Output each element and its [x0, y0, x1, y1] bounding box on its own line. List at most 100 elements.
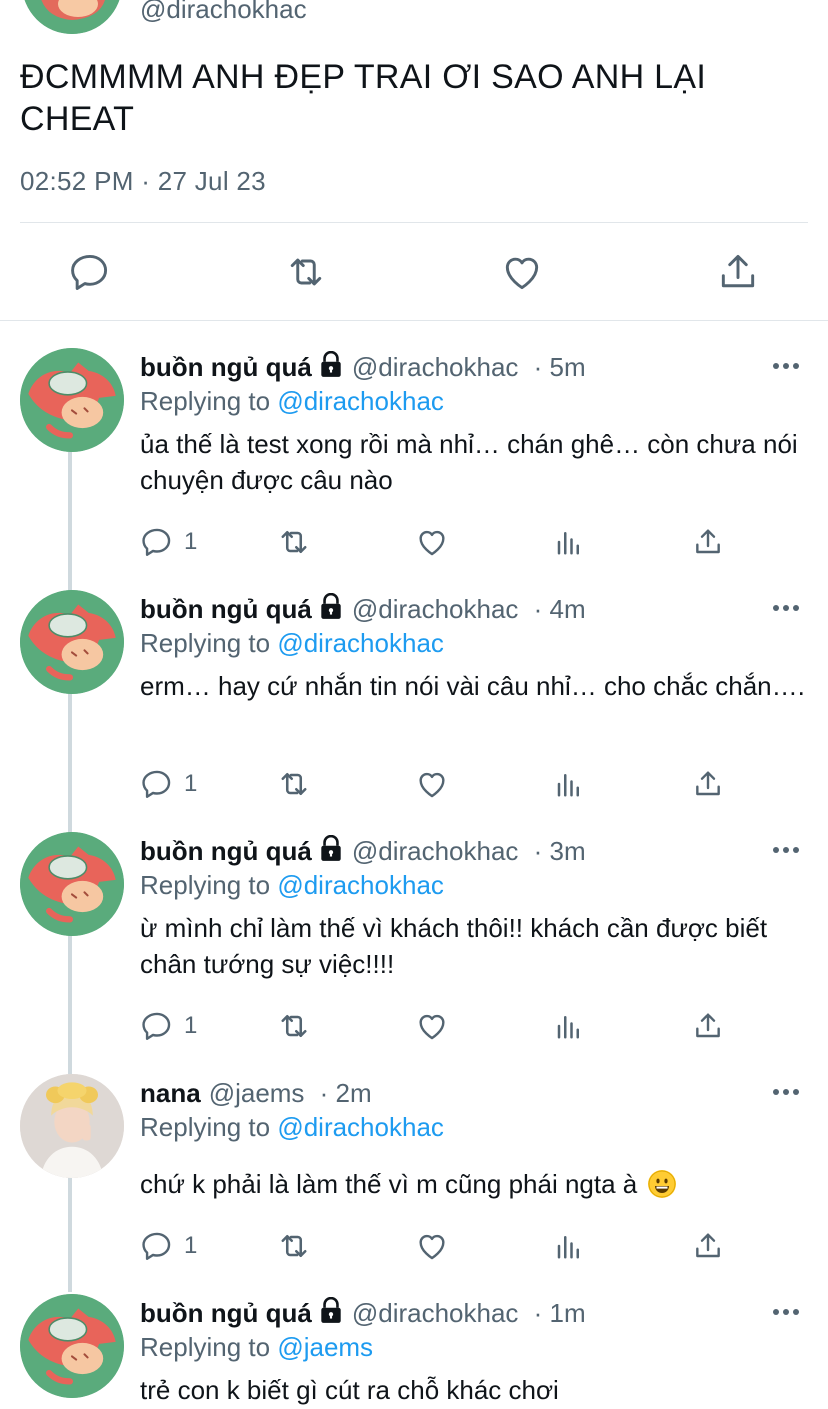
tweet-date: 27 Jul 23 — [157, 166, 266, 196]
like-icon — [419, 1014, 445, 1040]
share-icon — [696, 529, 720, 554]
more-options-icon[interactable] — [772, 362, 800, 370]
avatar[interactable] — [20, 1074, 124, 1178]
ponyo-avatar-icon — [20, 590, 124, 694]
analytics-icon — [557, 774, 579, 797]
divider — [0, 320, 828, 321]
tweet-timestamp[interactable]: 02:52 PM · 27 Jul 23 — [20, 166, 266, 197]
reply-text: ừ mình chỉ làm thế vì khách thôi!! khách… — [140, 913, 768, 979]
relative-time: · 3m — [533, 836, 586, 866]
retweet-button[interactable] — [276, 1008, 312, 1044]
user-handle[interactable]: @dirachokhac — [352, 594, 519, 624]
mention-link[interactable]: @jaems — [277, 1332, 373, 1362]
like-button[interactable] — [415, 766, 449, 802]
retweet-icon — [281, 1014, 307, 1038]
mention-link[interactable]: @dirachokhac — [277, 386, 444, 416]
reply-header: buồn ngủ quá @dirachokhac · 5m — [140, 350, 586, 384]
author-handle[interactable]: @dirachokhac — [140, 0, 307, 25]
retweet-icon — [290, 258, 322, 286]
tweet-text: ĐCMMMM ANH ĐẸP TRAI ƠI SAO ANH LẠI CHEAT — [20, 58, 707, 138]
relative-time: · 2m — [319, 1078, 372, 1108]
share-button[interactable] — [692, 524, 724, 560]
more-options-icon[interactable] — [772, 846, 800, 854]
share-icon — [721, 254, 755, 288]
replying-to: Replying to @jaems — [140, 1330, 373, 1364]
replying-label: Replying to — [140, 386, 271, 416]
avatar[interactable] — [20, 348, 124, 452]
display-name[interactable]: buồn ngủ quá — [140, 594, 312, 624]
divider — [20, 222, 808, 223]
more-options-icon[interactable] — [772, 1088, 800, 1096]
avatar[interactable] — [20, 590, 124, 694]
reply-icon — [142, 770, 171, 798]
share-icon — [696, 1233, 720, 1258]
share-icon — [696, 1013, 720, 1038]
retweet-button[interactable] — [276, 524, 312, 560]
user-handle[interactable]: @jaems — [209, 1078, 305, 1108]
like-icon — [419, 1234, 445, 1260]
mention-link[interactable]: @dirachokhac — [277, 1112, 444, 1142]
reply-count: 1 — [184, 1232, 198, 1259]
share-button[interactable] — [692, 1008, 724, 1044]
reply-icon — [142, 1012, 171, 1040]
reply-button[interactable]: 1 — [140, 766, 197, 802]
views-button[interactable] — [554, 1228, 584, 1264]
reply-count: 1 — [184, 770, 198, 797]
retweet-button[interactable] — [276, 766, 312, 802]
analytics-icon — [557, 1236, 579, 1259]
reply-button[interactable] — [68, 250, 112, 294]
reply-text: ủa thế là test xong rồi mà nhỉ… chán ghê… — [140, 429, 798, 495]
main-action-bar — [0, 238, 828, 308]
user-handle[interactable]: @dirachokhac — [352, 836, 519, 866]
replying-to: Replying to @dirachokhac — [140, 868, 444, 902]
reply-action-bar: 1 — [140, 524, 740, 560]
reply-button[interactable]: 1 — [140, 524, 197, 560]
like-icon — [419, 772, 445, 798]
reply-button[interactable]: 1 — [140, 1008, 197, 1044]
avatar[interactable] — [20, 832, 124, 936]
share-button[interactable] — [692, 766, 724, 802]
share-button[interactable] — [716, 250, 760, 294]
reply-text-container: chứ k phải là làm thế vì m cũng phái ngt… — [140, 1166, 810, 1202]
views-button[interactable] — [554, 524, 584, 560]
retweet-button[interactable] — [276, 1228, 312, 1264]
mention-link[interactable]: @dirachokhac — [277, 870, 444, 900]
views-button[interactable] — [554, 1008, 584, 1044]
meta-separator: · — [141, 166, 151, 196]
display-name[interactable]: nana — [140, 1078, 201, 1108]
share-icon — [696, 771, 720, 796]
like-button[interactable] — [500, 250, 544, 294]
reply-button[interactable]: 1 — [140, 1228, 197, 1264]
display-name[interactable]: buồn ngủ quá — [140, 836, 312, 866]
reply-action-bar: 1 — [140, 1228, 740, 1264]
retweet-button[interactable] — [284, 250, 328, 294]
like-button[interactable] — [415, 524, 449, 560]
analytics-icon — [557, 1016, 579, 1039]
replying-to: Replying to @dirachokhac — [140, 626, 444, 660]
like-icon — [419, 530, 445, 556]
reply-text: chứ k phải là làm thế vì m cũng phái ngt… — [140, 1169, 638, 1199]
replying-to: Replying to @dirachokhac — [140, 1110, 444, 1144]
grinning-emoji-icon — [648, 1170, 677, 1198]
ponyo-avatar-icon — [24, 0, 120, 34]
ponyo-avatar-icon — [20, 348, 124, 452]
like-button[interactable] — [415, 1228, 449, 1264]
avatar[interactable] — [20, 1294, 124, 1398]
mention-link[interactable]: @dirachokhac — [277, 628, 444, 658]
display-name[interactable]: buồn ngủ quá — [140, 1298, 312, 1328]
user-handle[interactable]: @dirachokhac — [352, 1298, 519, 1328]
retweet-icon — [281, 530, 307, 554]
retweet-icon — [281, 772, 307, 796]
share-button[interactable] — [692, 1228, 724, 1264]
like-icon — [505, 257, 539, 290]
user-handle[interactable]: @dirachokhac — [352, 352, 519, 382]
reply-icon — [71, 254, 108, 290]
more-options-icon[interactable] — [772, 1308, 800, 1316]
lock-icon — [321, 351, 341, 377]
like-button[interactable] — [415, 1008, 449, 1044]
more-options-icon[interactable] — [772, 604, 800, 612]
relative-time: · 5m — [533, 352, 586, 382]
views-button[interactable] — [554, 766, 584, 802]
display-name[interactable]: buồn ngủ quá — [140, 352, 312, 382]
avatar[interactable] — [22, 0, 122, 34]
